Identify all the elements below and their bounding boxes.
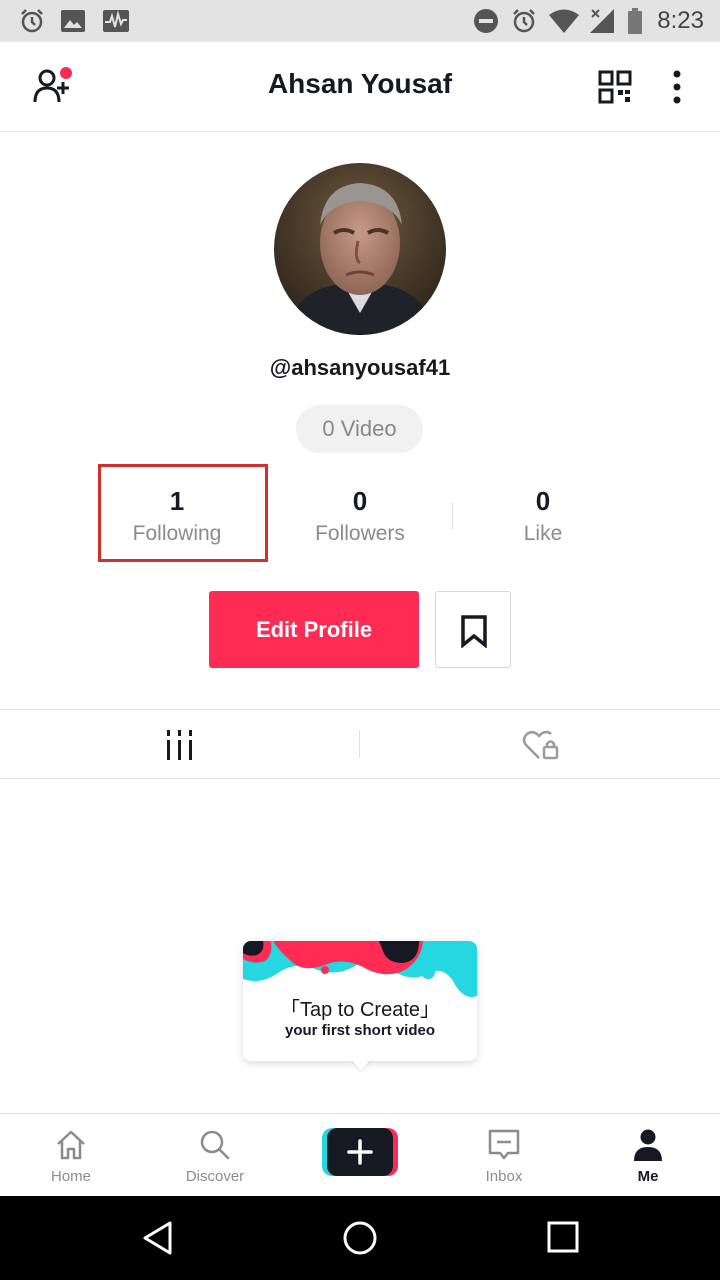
nav-inbox-label: Inbox	[485, 1168, 523, 1185]
qr-code-icon[interactable]	[598, 70, 632, 104]
wifi-icon	[549, 9, 579, 33]
stat-divider	[452, 503, 453, 529]
profile-icon	[634, 1129, 662, 1161]
inbox-icon	[488, 1129, 520, 1160]
content-tabs	[0, 709, 720, 779]
likes-label: Like	[523, 522, 563, 545]
nav-home[interactable]: Home	[16, 1114, 126, 1197]
nav-inbox[interactable]: Inbox	[449, 1114, 559, 1197]
likes-count: 0	[535, 486, 551, 516]
alarm-icon	[513, 9, 535, 33]
nav-home-label: Home	[50, 1168, 91, 1185]
home-icon	[57, 1130, 85, 1160]
bottom-nav: Home Discover Inbox Me	[0, 1113, 720, 1196]
favorites-button[interactable]	[435, 591, 511, 668]
alarm-icon	[21, 9, 43, 33]
battery-icon	[628, 8, 642, 34]
avatar[interactable]	[274, 163, 446, 335]
liked-locked-icon[interactable]	[522, 729, 560, 761]
search-icon	[200, 1130, 230, 1160]
tooltip-arrow	[351, 1059, 371, 1071]
nav-discover[interactable]: Discover	[160, 1114, 270, 1197]
status-time: 8:23	[657, 7, 704, 34]
nav-me[interactable]: Me	[593, 1114, 703, 1197]
activity-icon	[103, 10, 129, 32]
home-circle-icon[interactable]	[342, 1220, 378, 1256]
followers-label: Followers	[315, 522, 405, 545]
video-count-badge: 0 Video	[296, 405, 423, 453]
edit-profile-button[interactable]: Edit Profile	[209, 591, 419, 668]
status-bar: 8:23	[0, 0, 720, 42]
tap-to-create-tooltip[interactable]: 「Tap to Create」 your first short video	[243, 941, 477, 1061]
followers-count: 0	[352, 486, 368, 516]
profile-header: Ahsan Yousaf	[0, 42, 720, 132]
tooltip-banner-graphic	[243, 941, 477, 997]
nav-me-label: Me	[637, 1168, 659, 1185]
create-video-button[interactable]	[322, 1128, 398, 1176]
avatar-photo	[274, 163, 446, 335]
tab-divider	[359, 730, 360, 758]
dnd-icon	[474, 9, 498, 33]
tooltip-subtitle: your first short video	[284, 1022, 436, 1039]
username: @ahsanyousaf41	[269, 355, 451, 380]
back-icon[interactable]	[140, 1220, 176, 1256]
system-nav-bar	[0, 1196, 720, 1280]
more-vertical-icon[interactable]	[668, 70, 686, 104]
stat-likes[interactable]: 0 Like	[458, 484, 628, 546]
nav-discover-label: Discover	[185, 1168, 245, 1185]
bookmark-icon	[461, 615, 487, 648]
highlight-box	[98, 464, 268, 562]
stat-followers[interactable]: 0 Followers	[275, 484, 445, 546]
signal-icon	[590, 9, 614, 33]
grid-icon[interactable]	[164, 730, 196, 760]
image-icon	[61, 10, 85, 32]
tooltip-title: 「Tap to Create」	[279, 999, 441, 1021]
recents-icon[interactable]	[546, 1220, 580, 1254]
